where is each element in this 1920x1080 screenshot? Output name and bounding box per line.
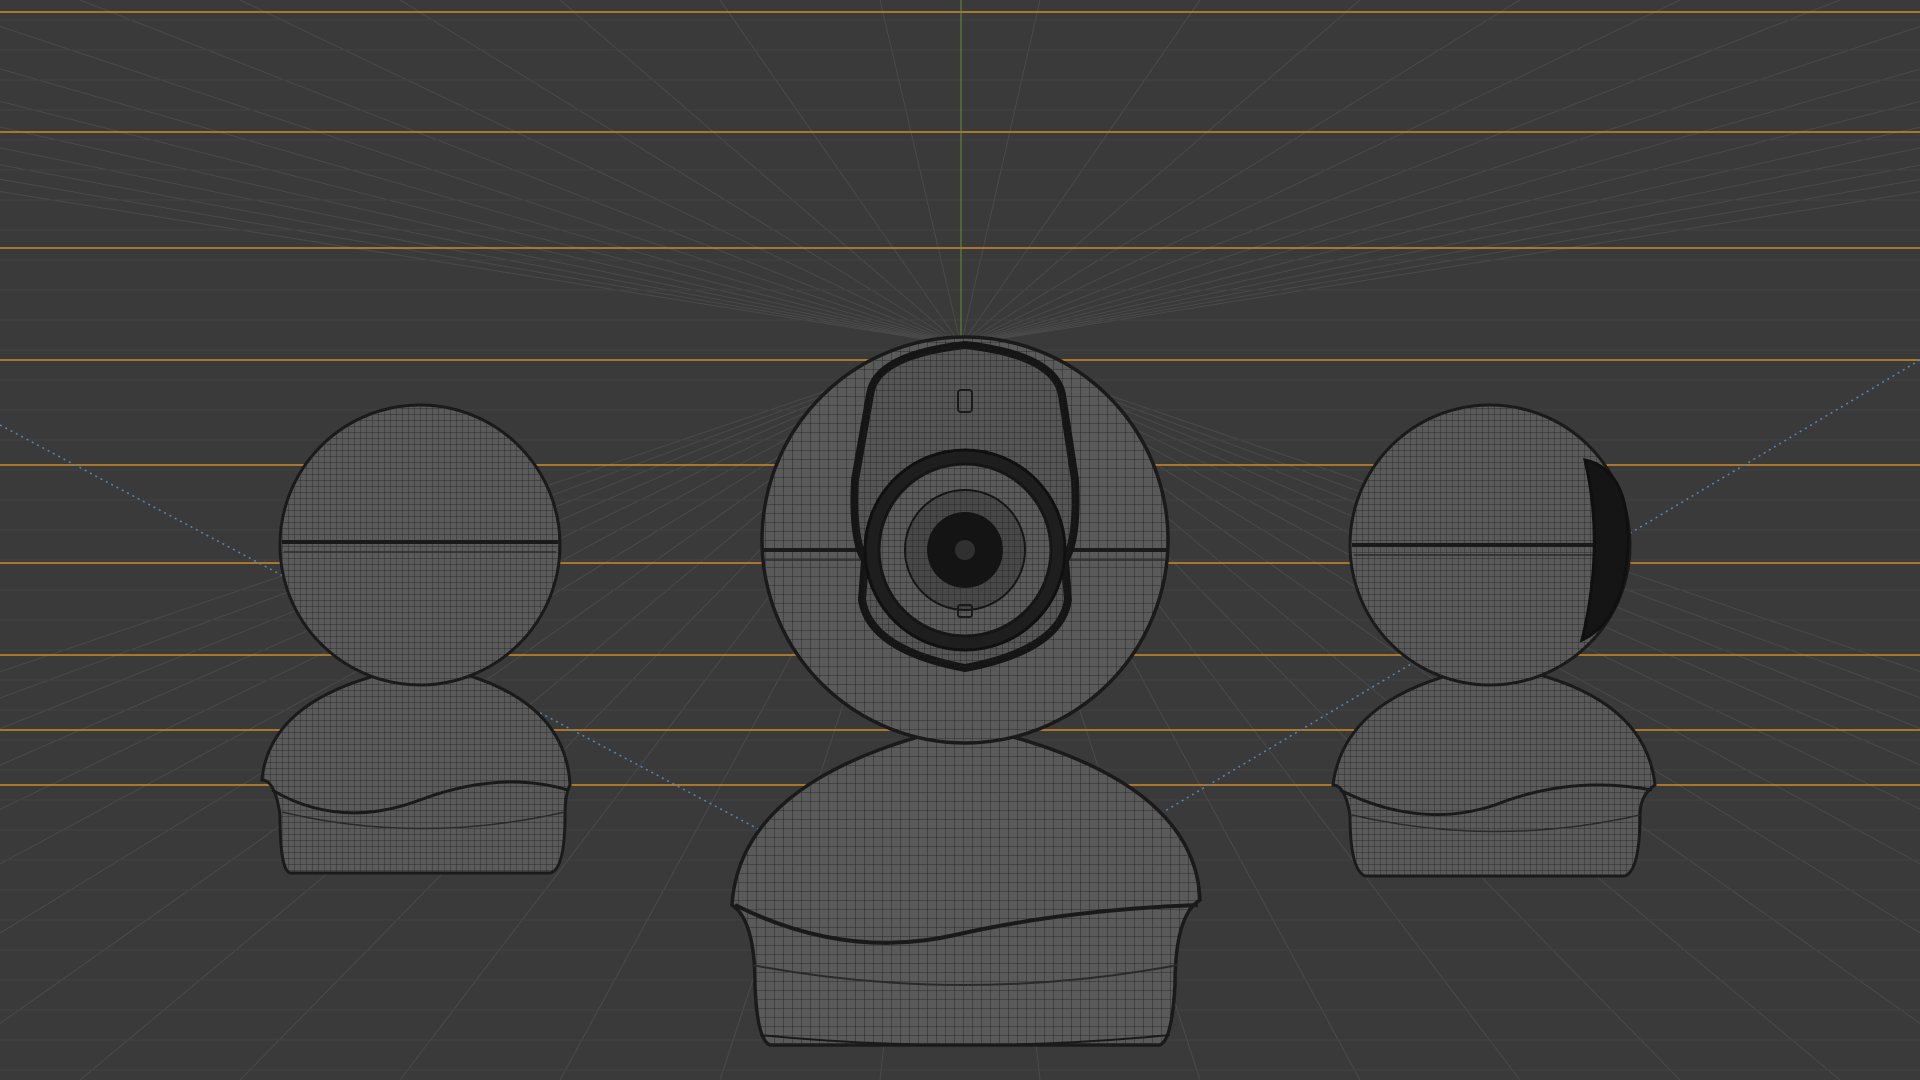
camera-right[interactable] bbox=[1331, 403, 1657, 878]
grid-line bbox=[879, 0, 962, 346]
grid-line bbox=[0, 126, 962, 346]
camera-left[interactable] bbox=[260, 403, 572, 875]
grid-line bbox=[960, 164, 1920, 346]
grid-line bbox=[960, 178, 1920, 346]
grid-line bbox=[0, 147, 962, 346]
grid-line bbox=[960, 26, 1920, 346]
grid-line bbox=[960, 0, 1681, 346]
grid-line bbox=[79, 0, 962, 346]
camera-center[interactable] bbox=[730, 335, 1202, 1047]
grid-line bbox=[960, 126, 1920, 346]
grid-line bbox=[399, 0, 962, 346]
grid-line bbox=[960, 0, 1361, 346]
grid-line bbox=[960, 0, 1041, 346]
grid-line bbox=[0, 25, 962, 346]
grid-line bbox=[960, 191, 1920, 346]
grid-line bbox=[0, 68, 962, 346]
grid-line bbox=[960, 147, 1920, 346]
grid-line bbox=[0, 164, 962, 346]
grid-line bbox=[960, 101, 1920, 346]
3d-viewport[interactable] bbox=[0, 0, 1920, 1080]
grid-line bbox=[559, 0, 962, 346]
viewport-scene[interactable] bbox=[0, 0, 1920, 1080]
grid-line bbox=[960, 0, 1841, 346]
grid-line bbox=[239, 0, 962, 346]
grid-line bbox=[0, 191, 962, 346]
grid-line bbox=[960, 0, 1521, 346]
grid-line bbox=[960, 68, 1920, 346]
grid-line bbox=[0, 178, 962, 346]
grid-line bbox=[0, 100, 962, 346]
